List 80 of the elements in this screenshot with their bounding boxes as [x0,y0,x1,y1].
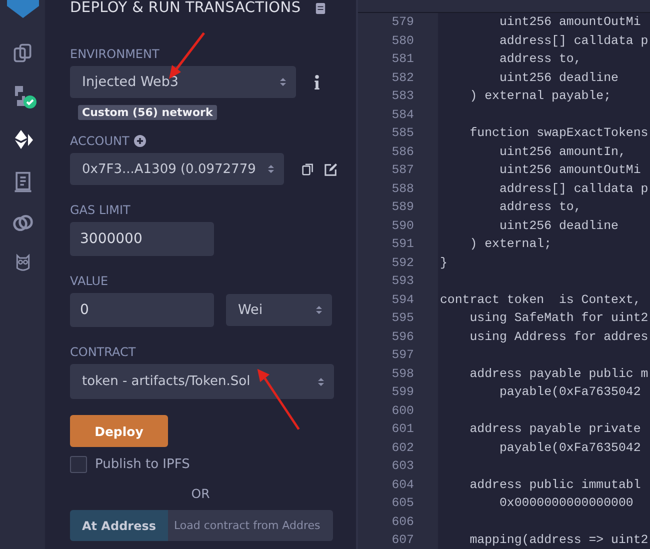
value-field[interactable]: 0 [70,293,214,327]
account-select[interactable]: 0x7F3...A1309 (0.0972779 [70,153,284,185]
code-line: } [440,256,448,270]
line-number: 581 [390,52,414,66]
line-number: 601 [390,422,414,436]
rings-icon [12,212,34,234]
field-label: GAS LIMIT [70,203,130,217]
code-line: address to, [498,200,582,214]
network-badge: Custom (56) network [78,105,217,120]
line-number: 587 [390,163,414,178]
environment-select[interactable]: Injected Web3 [70,66,296,98]
code-line: payable(0xFa7635042 [498,385,641,400]
line-number: 592 [390,256,414,270]
code-line: address payable private [468,422,641,436]
code-line: uint256 amountOutMi [498,15,641,30]
line-number: 598 [390,366,414,381]
at-address-button[interactable]: At Address [70,510,168,541]
code-line: contract token is Context, [440,292,641,307]
unit-select[interactable]: Wei [226,294,332,326]
line-number: 584 [390,108,414,122]
checkbox-label: Publish to IPFS [95,457,190,472]
line-number: 582 [390,70,414,85]
caret-icon [267,163,275,175]
code-line: uint256 deadline [498,70,618,85]
line-number: 593 [390,274,414,288]
files-icon [12,42,34,64]
line-number: 600 [390,404,414,418]
line-number: 590 [390,218,414,233]
checkbox[interactable] [70,456,87,473]
line-number: 607 [390,533,414,548]
line-number: 579 [390,15,414,30]
code-line: address[] calldata p [498,182,648,196]
contract-select[interactable]: token - artifacts/Token.Sol [70,364,334,399]
code-line: address[] calldata p [498,34,648,48]
line-number: 606 [390,514,414,529]
code-line: address public immutabl [468,478,641,492]
panel-title: DEPLOY & RUN TRANSACTIONS [70,0,301,16]
line-number: 596 [390,330,414,344]
edit-icon[interactable] [324,162,338,176]
code-line: uint256 amountIn, [498,144,626,159]
add-icon[interactable] [134,135,146,147]
info-icon[interactable] [314,74,320,90]
caret-icon [315,304,323,316]
address-field[interactable]: Load contract from Addres [168,510,333,541]
line-number: 585 [390,126,414,140]
code-line: ) external; [468,237,552,252]
code-line: address to, [498,52,582,66]
line-number: 602 [390,440,414,455]
code-line: uint256 amountOutMi [498,163,641,178]
caret-icon [279,76,287,88]
line-number: 594 [390,292,414,307]
code-line: function swapExactTokens [468,126,648,140]
code-line: mapping(address => uint2 [468,533,648,548]
code-line: using SafeMath for uint2 [468,311,648,326]
code-line: uint256 deadline [498,218,618,233]
line-number: 591 [390,237,414,252]
or-separator: OR [191,486,210,501]
line-number: 586 [390,144,414,159]
gas-limit-field[interactable]: 3000000 [70,222,214,256]
field-label: VALUE [70,274,108,288]
line-number: 580 [390,34,414,48]
line-number: 595 [390,311,414,326]
code-line: address payable public m [468,366,648,381]
code-line: payable(0xFa7635042 [498,440,641,455]
code-line: ) external payable; [468,89,612,104]
copy-icon[interactable] [302,162,314,176]
line-number: 597 [390,348,414,362]
field-label: CONTRACT [70,345,136,359]
field-label: ENVIRONMENT [70,47,160,61]
caret-icon [317,376,325,388]
line-number: 589 [390,200,414,214]
code-line: 0x0000000000000000 [498,496,634,510]
line-number: 588 [390,182,414,196]
code-line: using Address for addres [468,330,648,344]
field-label: ACCOUNT [70,134,130,148]
line-number: 604 [390,478,414,492]
line-number: 603 [390,459,414,474]
line-number: 599 [390,385,414,400]
line-number: 605 [390,496,414,510]
line-number: 583 [390,89,414,104]
